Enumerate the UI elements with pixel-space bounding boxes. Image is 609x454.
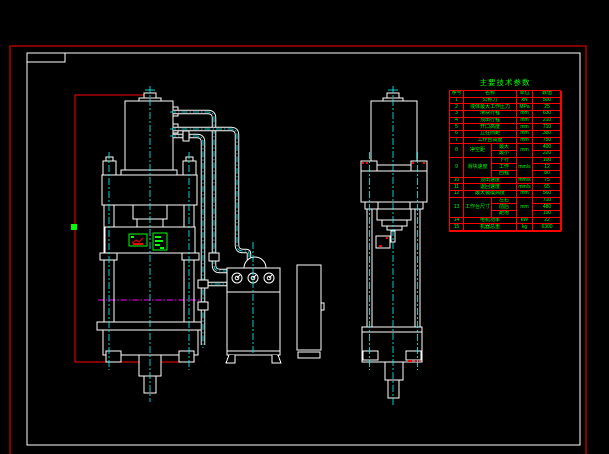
cell-unit: mm	[517, 117, 533, 125]
cell-value: 100	[533, 157, 562, 165]
cell-sublabel: 最大	[492, 144, 517, 151]
cell-unit: kN	[517, 97, 533, 105]
cell-name: 公称力	[464, 97, 517, 105]
cell-value: 75	[533, 177, 562, 185]
cell-no: 6	[450, 131, 464, 138]
cell-value: 22	[533, 217, 562, 225]
cell-no: 2	[450, 104, 464, 111]
cell-no: 3	[450, 111, 464, 118]
cell-unit: mm	[517, 191, 533, 198]
cell-unit: mm/s	[517, 157, 533, 178]
cell-name: 滑块行程	[464, 111, 517, 118]
cell-name: 顶出速度	[464, 177, 517, 185]
header-no: 序号	[450, 91, 464, 98]
cell-unit: mm	[517, 131, 533, 138]
cell-sublabel: 距地	[492, 211, 517, 218]
cad-workspace[interactable]: 主要技术参数 序号 名称 单位 数值 1 公称力 500 kN 2 液体最大工作压力 25 MPa 3 滑…	[0, 0, 609, 454]
cell-name: 工作台尺寸	[464, 197, 492, 218]
cell-value: 220	[533, 151, 562, 158]
cell-no: 8	[450, 144, 464, 158]
electrical-cabinet	[296, 264, 325, 359]
cell-value: 380	[533, 131, 562, 138]
cell-name: 立柱间距	[464, 131, 517, 138]
cell-value: 400	[533, 144, 562, 151]
cell-value: 6300	[533, 224, 562, 231]
cell-name: 机器总重	[464, 224, 517, 231]
cell-unit: kg	[517, 224, 533, 231]
cell-no: 10	[450, 177, 464, 185]
cell-value: 500	[533, 97, 562, 105]
cell-sublabel: 左右	[492, 197, 517, 205]
cell-name: 净空距	[464, 144, 492, 158]
header-name: 名称	[464, 91, 517, 98]
cell-value: 25	[533, 104, 562, 111]
cell-name: 电机功率	[464, 217, 517, 225]
cell-unit: kW	[517, 217, 533, 225]
header-value: 数值	[533, 91, 562, 98]
cell-no: 7	[450, 137, 464, 145]
cell-value: 710	[533, 124, 562, 131]
cell-no: 5	[450, 124, 464, 131]
cell-value: 210	[533, 117, 562, 125]
cell-value: 710	[533, 197, 562, 205]
ejector-cylinder-side	[384, 361, 404, 381]
cell-value: 12	[533, 164, 562, 171]
cabinet-handle	[320, 302, 325, 311]
table-title: 主要技术参数	[479, 78, 531, 87]
cell-unit: mm	[517, 124, 533, 131]
pipe-flange	[182, 130, 190, 142]
cell-name: 退回速度	[464, 184, 517, 191]
cell-unit: mm	[517, 144, 533, 158]
cell-value: 480	[533, 204, 562, 211]
cell-sublabel: 回程	[492, 171, 517, 178]
cell-name: 工作台高度	[464, 137, 517, 145]
cell-sublabel: 下行	[492, 157, 517, 165]
cell-name: 液体最大工作压力	[464, 104, 517, 111]
pipe-flange	[197, 301, 209, 311]
cell-no: 4	[450, 117, 464, 125]
cell-value: 630	[533, 111, 562, 118]
cell-sublabel: 工作	[492, 164, 517, 171]
cell-sublabel: 前后	[492, 204, 517, 211]
cell-no: 14	[450, 217, 464, 225]
upper-beam	[101, 174, 198, 206]
cell-unit: MPa	[517, 104, 533, 111]
cell-no: 9	[450, 157, 464, 178]
main-cylinder	[124, 100, 174, 171]
cell-name: 最大装模高度	[464, 191, 517, 198]
cell-no: 1	[450, 97, 464, 105]
cell-no: 11	[450, 184, 464, 191]
cell-unit: mm	[517, 197, 533, 218]
cell-no: 13	[450, 197, 464, 218]
slider-side	[376, 208, 412, 221]
main-cylinder-side	[370, 100, 418, 166]
cell-name: 滑块速度	[464, 157, 492, 178]
hydraulic-power-unit	[225, 256, 282, 364]
frame-corner-tab	[26, 52, 66, 63]
cell-value: 750	[533, 137, 562, 145]
cell-value: 65	[533, 184, 562, 191]
cell-no: 15	[450, 224, 464, 231]
cell-value: 80	[533, 171, 562, 178]
grip-handle[interactable]	[71, 224, 77, 230]
cell-unit: mm/s	[517, 184, 533, 191]
cell-value: 560	[533, 191, 562, 198]
cell-no: 12	[450, 191, 464, 198]
cell-sublabel: 最小	[492, 151, 517, 158]
cell-name: 开口高度	[464, 124, 517, 131]
cell-unit: mm	[517, 137, 533, 145]
cell-value: 190	[533, 211, 562, 218]
cell-unit: mm/s	[517, 177, 533, 185]
pipe-flange	[208, 252, 220, 262]
header-unit: 单位	[517, 91, 533, 98]
pipe-flange	[197, 279, 209, 289]
cell-name: 顶出行程	[464, 117, 517, 125]
technical-parameters-table: 序号 名称 单位 数值 1 公称力 500 kN 2 液体最大工作压力 25 MPa 3 滑块行程 630 m…	[449, 90, 562, 232]
cell-unit: mm	[517, 111, 533, 118]
